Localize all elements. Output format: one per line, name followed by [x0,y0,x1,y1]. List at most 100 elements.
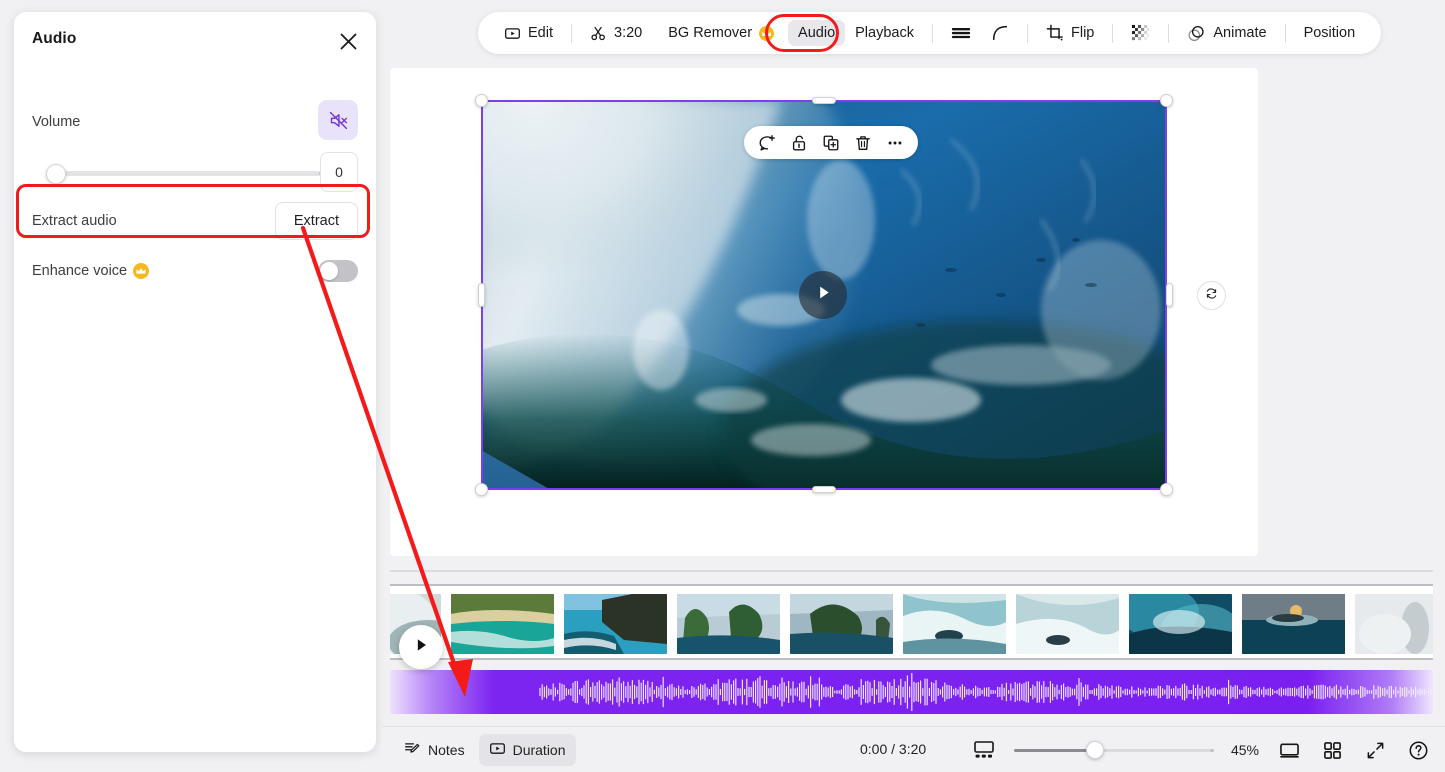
tab-trim-duration[interactable]: 3:20 [580,20,652,47]
list-item[interactable] [1242,594,1345,654]
mute-speaker-icon[interactable] [318,100,358,140]
list-item[interactable] [677,594,780,654]
thumbnail-strip [390,594,1433,654]
list-item[interactable] [903,594,1006,654]
crop-button[interactable]: Flip [1036,19,1104,47]
resize-handle-middle-right[interactable] [1166,283,1173,307]
zoom-slider[interactable] [1013,741,1214,759]
tab-edit-label: Edit [528,25,553,41]
toolbar-divider [1026,23,1028,43]
list-item[interactable] [790,594,893,654]
audio-side-panel: Audio Volume 0 Extract audio Extract Enh… [14,12,376,752]
volume-slider-thumb[interactable] [46,163,66,184]
zoom-slider-fill [1013,748,1095,752]
tab-position-label: Position [1303,25,1356,41]
video-clip-track[interactable] [390,584,1433,660]
volume-slider-row: 0 [32,152,358,196]
toolbar-divider [931,23,933,43]
tab-audio-label: Audio [798,25,836,41]
trash-icon[interactable] [854,134,872,152]
volume-slider-track[interactable] [46,171,321,176]
timeline [390,570,1433,722]
resize-handle-bottom-left[interactable] [475,483,488,496]
fit-screen-icon[interactable] [1276,737,1302,763]
notes-icon [404,740,421,760]
list-item[interactable] [1355,594,1433,654]
resize-handle-middle-left[interactable] [478,283,485,307]
duration-label: Duration [512,741,566,758]
list-item[interactable] [1016,594,1119,654]
resize-handle-top-right[interactable] [1160,94,1173,107]
tab-playback[interactable]: Playback [845,20,924,46]
play-triangle-icon [814,283,833,307]
corner-radius-button[interactable] [981,19,1019,47]
enhance-voice-label: Enhance voice [32,263,128,279]
unlock-icon[interactable] [790,134,808,152]
tab-animate[interactable]: Animate [1177,19,1276,48]
toolbar-divider [1112,23,1114,43]
zoom-slider-thumb[interactable] [1085,741,1104,759]
enhance-voice-toggle[interactable] [318,260,358,282]
audio-waveform [539,673,1432,711]
duplicate-icon[interactable] [822,134,840,152]
tab-trim-label: 3:20 [614,25,643,41]
tab-playback-label: Playback [855,25,914,41]
rotate-handle-button[interactable] [1197,281,1226,310]
list-item[interactable] [1129,594,1232,654]
list-item[interactable] [564,594,667,654]
flip-label: Flip [1070,25,1095,41]
top-toolbar: Edit 3:20 BG Remover Audio Playback Flip… [478,12,1382,54]
toggle-knob [320,262,338,280]
app-window: Audio Volume 0 Extract audio Extract Enh… [0,0,1445,772]
volume-label: Volume [32,114,81,130]
extract-button[interactable]: Extract [274,202,358,240]
tab-audio[interactable]: Audio [788,20,846,46]
bottom-status-bar: Notes Duration 0:00 / 3:20 45% [382,726,1445,772]
duration-button[interactable]: Duration [478,733,576,766]
tab-animate-label: Animate [1213,25,1267,41]
toolbar-divider [1284,23,1286,43]
extract-audio-row: Extract audio Extract [32,202,358,242]
close-icon[interactable] [332,25,364,57]
zoom-slider-end-tick [1210,748,1214,752]
zoom-controls: 45% [971,727,1431,772]
more-options-icon[interactable] [886,134,904,152]
resize-handle-top-left[interactable] [475,94,488,107]
crown-icon [133,263,149,284]
resize-handle-top-center[interactable] [812,96,836,104]
comment-add-icon[interactable] [758,134,776,152]
tab-edit[interactable]: Edit [494,20,563,47]
tab-bg-remover-label: BG Remover [668,25,753,41]
help-icon[interactable] [1405,737,1431,763]
audio-waveform-track[interactable] [390,670,1433,714]
fullscreen-icon[interactable] [1362,737,1388,763]
play-triangle-icon [412,636,430,659]
toolbar-divider [1168,23,1170,43]
list-item[interactable] [451,594,554,654]
transparency-button[interactable] [1121,19,1160,48]
opacity-button[interactable] [941,20,981,46]
time-readout: 0:00 / 3:20 [860,741,927,757]
timeline-play-button[interactable] [399,625,443,669]
opacity-lines-icon [951,25,971,41]
scissors-icon [590,25,607,42]
timeline-view-icon[interactable] [971,737,997,763]
transparency-checker-icon [1131,24,1150,43]
corner-radius-icon [991,24,1009,42]
video-play-box-icon [504,25,521,42]
extract-audio-label: Extract audio [32,213,117,229]
zoom-percent-label: 45% [1230,742,1259,758]
resize-handle-bottom-right[interactable] [1160,483,1173,496]
page-title: Audio [32,30,77,47]
notes-label: Notes [428,741,465,758]
notes-button[interactable]: Notes [394,734,475,766]
toolbar-divider [571,23,572,43]
volume-value-input[interactable]: 0 [320,152,358,192]
crop-icon [1046,24,1064,42]
resize-handle-bottom-center[interactable] [812,486,836,493]
grid-view-icon[interactable] [1319,737,1345,763]
canvas-play-button[interactable] [799,271,847,319]
tab-position[interactable]: Position [1294,20,1366,46]
tab-bg-remover[interactable]: BG Remover [658,20,784,46]
timeline-ruler [390,570,1433,572]
